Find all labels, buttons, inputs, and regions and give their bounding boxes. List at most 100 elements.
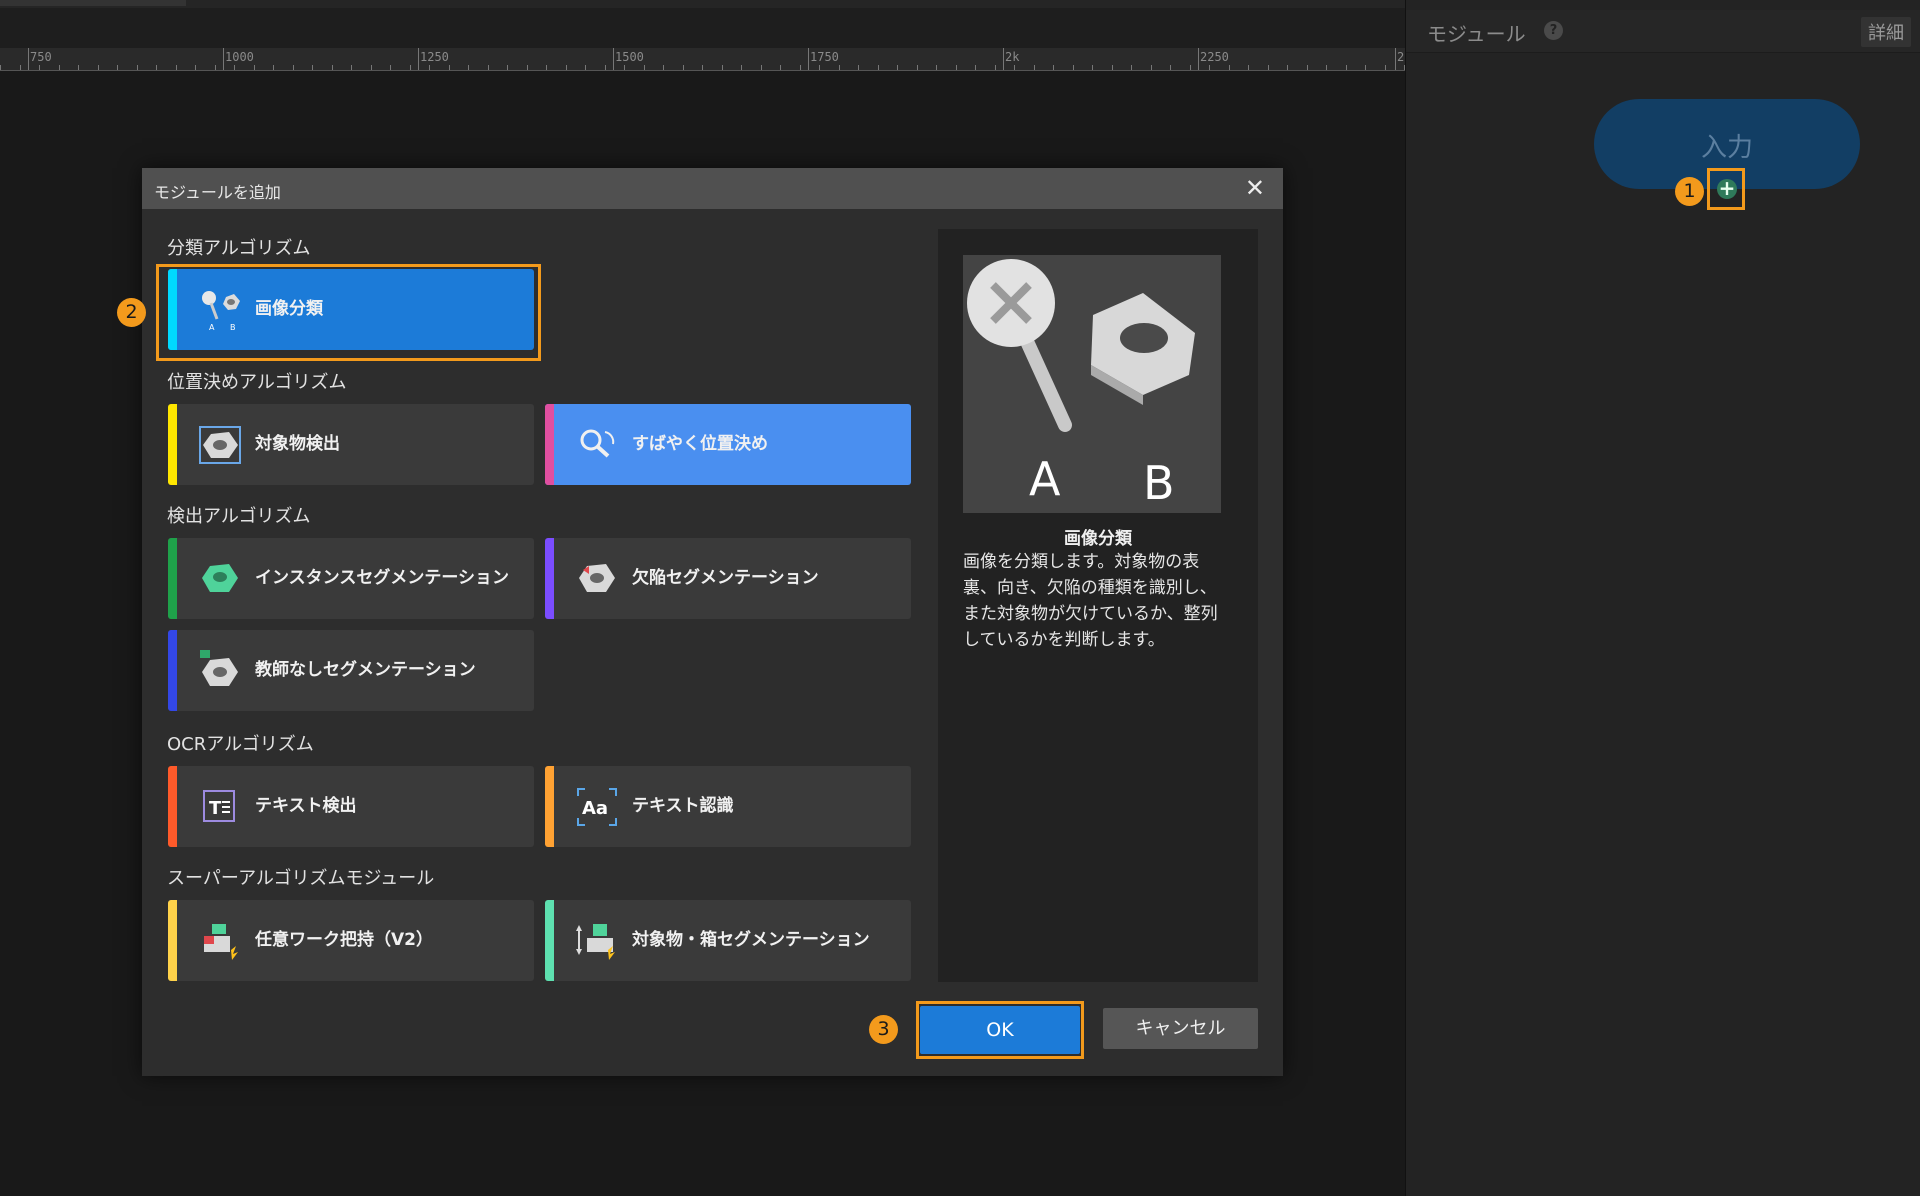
tile-object-detection[interactable]: 対象物検出 xyxy=(168,404,534,485)
ruler-tick xyxy=(624,65,625,70)
ruler-major-tick xyxy=(613,48,614,70)
tile-label: すばやく位置決め xyxy=(632,434,768,454)
close-icon[interactable]: ✕ xyxy=(1245,174,1265,202)
tile-unsupervised-segmentation[interactable]: 教師なしセグメンテーション xyxy=(168,630,534,711)
tile-label: 欠陥セグメンテーション xyxy=(632,568,819,588)
tile-label: 教師なしセグメンテーション xyxy=(255,660,476,680)
ruler-tick xyxy=(1151,65,1152,70)
module-panel: モジュール ? 詳細 入力 + 1 xyxy=(1405,0,1920,1196)
tile-object-box-segmentation[interactable]: 対象物・箱セグメンテーション xyxy=(545,900,911,981)
nut-detect-icon xyxy=(199,426,241,464)
ruler-tick xyxy=(644,65,645,70)
input-node-label: 入力 xyxy=(1700,133,1753,163)
ruler-tick xyxy=(663,65,664,70)
ruler-tick xyxy=(1287,65,1288,70)
ruler-tick xyxy=(371,65,372,70)
tile-text-recognition[interactable]: Aa テキスト認識 xyxy=(545,766,911,847)
ruler-tick xyxy=(605,65,606,70)
ruler-tick xyxy=(293,65,294,70)
ruler-label: 750 xyxy=(30,50,52,64)
ruler-tick xyxy=(312,65,313,70)
horizontal-ruler: 750 1000 1250 1500 1750 2k 2250 2 xyxy=(0,48,1405,71)
tile-quick-positioning[interactable]: すばやく位置決め xyxy=(545,404,911,485)
ruler-label: 2250 xyxy=(1200,50,1229,64)
svg-text:A: A xyxy=(209,323,215,331)
tile-grasp[interactable]: 任意ワーク把持（V2） xyxy=(168,900,534,981)
ruler-tick xyxy=(917,65,918,70)
svg-text:T: T xyxy=(209,798,222,819)
ruler-tick xyxy=(117,65,118,70)
ruler-tick xyxy=(956,65,957,70)
panel-header: モジュール ? 詳細 xyxy=(1406,10,1920,53)
tile-defect-segmentation[interactable]: 欠陥セグメンテーション xyxy=(545,538,911,619)
dialog-title: モジュールを追加 xyxy=(154,183,281,202)
tile-stripe xyxy=(168,766,177,847)
category-label-detection: 検出アルゴリズム xyxy=(167,506,311,527)
ruler-tick xyxy=(332,65,333,70)
tile-label: 対象物・箱セグメンテーション xyxy=(632,930,870,950)
preview-title: 画像分類 xyxy=(1064,529,1132,549)
add-module-icon[interactable]: + xyxy=(1717,178,1737,199)
ruler-tick xyxy=(1209,65,1210,70)
tile-stripe xyxy=(168,269,177,350)
ruler-tick xyxy=(468,65,469,70)
add-module-highlight: + xyxy=(1707,168,1745,210)
ruler-tick xyxy=(839,65,840,70)
ruler-major-tick xyxy=(223,48,224,70)
details-button[interactable]: 詳細 xyxy=(1861,17,1911,47)
tile-stripe xyxy=(545,900,554,981)
tile-label: インスタンスセグメンテーション xyxy=(255,568,509,588)
ruler-tick xyxy=(1248,65,1249,70)
tile-text-detection[interactable]: T テキスト検出 xyxy=(168,766,534,847)
magnifier-icon xyxy=(580,429,615,458)
ruler-tick xyxy=(1365,65,1366,70)
ruler-tick xyxy=(780,65,781,70)
ruler-tick xyxy=(137,65,138,70)
ruler-tick xyxy=(1131,65,1132,70)
ruler-tick xyxy=(683,65,684,70)
help-icon[interactable]: ? xyxy=(1544,21,1563,40)
tile-label: テキスト検出 xyxy=(255,796,357,816)
category-label-ocr: OCRアルゴリズム xyxy=(167,734,314,755)
ruler-tick xyxy=(1034,65,1035,70)
ruler-tick xyxy=(722,65,723,70)
ruler-tick xyxy=(897,65,898,70)
tile-stripe xyxy=(545,766,554,847)
ruler-tick xyxy=(195,65,196,70)
tile-instance-segmentation[interactable]: インスタンスセグメンテーション xyxy=(168,538,534,619)
ruler-tick xyxy=(761,65,762,70)
ruler-tick xyxy=(741,65,742,70)
ruler-tick xyxy=(0,65,1,70)
ruler-tick xyxy=(1307,65,1308,70)
tile-label: 対象物検出 xyxy=(255,434,340,454)
ok-button[interactable]: OK xyxy=(920,1006,1080,1054)
pin-nut-icon: A B xyxy=(202,291,240,331)
tile-label: 画像分類 xyxy=(255,299,323,319)
ruler-label: 1000 xyxy=(225,50,254,64)
step-badge-2: 2 xyxy=(117,298,146,327)
ruler-tick xyxy=(975,65,976,70)
tile-stripe xyxy=(545,404,554,485)
ruler-major-tick xyxy=(1198,48,1199,70)
ruler-tick xyxy=(449,65,450,70)
step-badge-3: 3 xyxy=(869,1015,898,1044)
ruler-tick xyxy=(1229,65,1230,70)
svg-text:B: B xyxy=(230,323,236,331)
ruler-major-tick xyxy=(1395,48,1396,70)
ruler-tick xyxy=(1073,65,1074,70)
add-module-dialog: モジュールを追加 ✕ 分類アルゴリズム A B 画像分類 位置決めアルゴリズム … xyxy=(117,168,1283,1076)
box-seg-icon xyxy=(576,924,615,960)
ruler-tick xyxy=(1385,65,1386,70)
ruler-tick xyxy=(20,65,21,70)
category-label-positioning: 位置決めアルゴリズム xyxy=(167,372,347,393)
cancel-button[interactable]: キャンセル xyxy=(1103,1008,1258,1049)
tile-image-classification[interactable]: A B 画像分類 xyxy=(168,269,534,350)
step-badge-1: 1 xyxy=(1675,177,1704,206)
ruler-tick xyxy=(429,65,430,70)
ruler-label: 2 xyxy=(1397,50,1405,64)
top-tab-indicator xyxy=(0,0,186,6)
ruler-tick xyxy=(156,65,157,70)
unsupervised-nut-icon xyxy=(200,650,238,686)
tile-label: 任意ワーク把持（V2） xyxy=(255,930,433,950)
ruler-tick xyxy=(936,65,937,70)
